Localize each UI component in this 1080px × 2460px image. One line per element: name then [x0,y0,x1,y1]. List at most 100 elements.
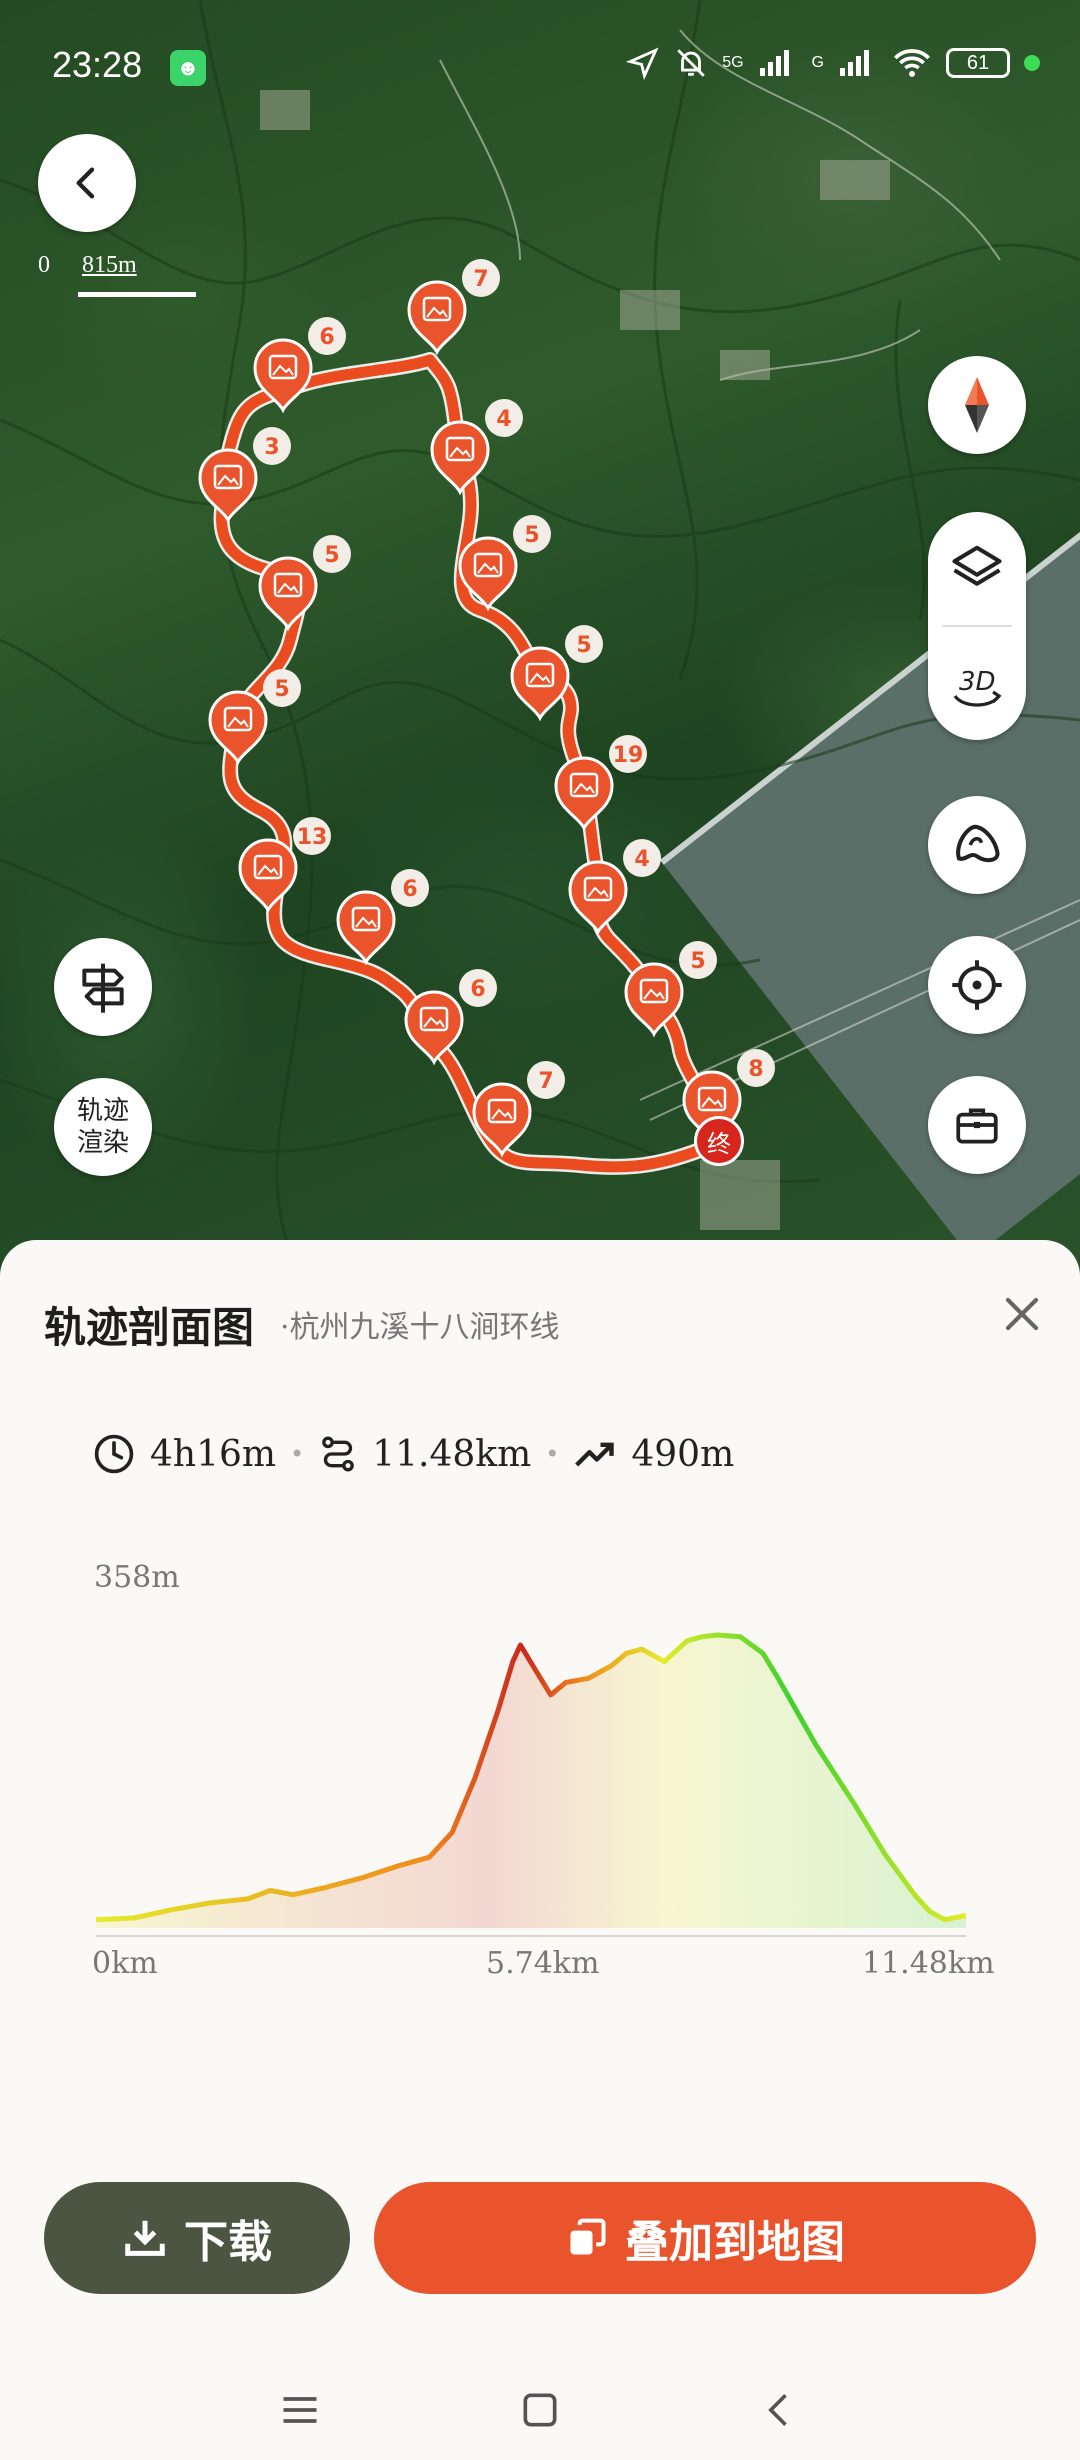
toolbox-button[interactable] [928,1076,1026,1174]
view-3d-button[interactable]: 3D [928,634,1026,734]
signal-icon [759,50,789,76]
photo-marker[interactable]: 7 [472,1061,565,1158]
sheet-actions: 下载 叠加到地图 [44,2182,1036,2294]
photo-marker[interactable]: 5 [258,535,351,632]
back-arrow-icon [768,2394,787,2426]
chevron-left-icon [76,167,95,199]
locate-button[interactable] [928,936,1026,1034]
status-time: 23:28 [52,44,143,85]
photo-marker[interactable]: 5 [458,515,551,612]
photo-count: 13 [297,825,328,850]
photo-count: 5 [690,949,705,974]
scale-distance: 815m [82,252,137,278]
distance-value: 11.48km [372,1433,532,1475]
crosshair-icon [952,960,1002,1010]
photo-marker[interactable]: 6 [404,969,497,1066]
photo-count: 4 [496,407,511,432]
photo-marker[interactable]: 13 [238,817,331,914]
signal-icon-2 [840,50,869,76]
photo-marker[interactable]: 19 [554,735,647,832]
location-arrow-icon [626,47,659,80]
system-nav-bar [0,2370,1080,2460]
photo-markers: 7 6 4 3 5 5 5 5 19 13 4 6 5 6 7 8 [198,259,775,1158]
android-icon: ☻ [170,50,206,86]
photo-count: 5 [576,633,591,658]
menu-icon [283,2397,317,2423]
status-bar: 23:28 ☻ 5G G 61 [0,0,1080,130]
photo-count: 7 [473,267,488,292]
layers-icon [952,545,1002,586]
compass-icon [965,377,989,433]
network-5g-label: 5G [722,54,744,71]
photo-count: 19 [613,743,644,768]
photo-marker[interactable]: 3 [198,427,291,524]
nav-home-button[interactable] [500,2370,580,2450]
stats-separator: • [545,1440,560,1468]
compass-button[interactable] [928,356,1026,454]
end-marker-label: 终 [707,1129,731,1158]
photo-count: 5 [274,677,289,702]
elevation-chart: 358m 0km 5.74km 11.48km [0,1560,1080,2000]
terrain-icon [956,824,1000,863]
layer-divider [942,625,1012,627]
close-button[interactable] [994,1286,1050,1342]
photo-marker[interactable]: 5 [510,625,603,722]
photo-marker[interactable]: 6 [253,317,346,414]
close-icon [1005,1297,1039,1331]
status-icons: 5G G 61 [626,46,1040,80]
nav-menu-button[interactable] [260,2370,340,2450]
battery-indicator: 61 [946,48,1010,78]
photo-count: 6 [319,325,334,350]
download-icon [125,2220,165,2256]
x-tick-label-end: 11.48km [862,1946,995,1981]
mute-bell-icon [677,49,705,77]
route-name: ·杭州九溪十八涧环线 [280,1310,560,1345]
photo-count: 6 [470,977,485,1002]
3d-view-icon: 3D [953,667,1002,707]
clock-icon [94,1434,134,1474]
photo-count: 3 [264,435,279,460]
ascent-value: 490m [631,1433,735,1475]
layers-button[interactable] [928,518,1026,618]
terrain-button[interactable] [928,796,1026,894]
end-marker[interactable]: 终 [694,1116,744,1166]
x-tick-label-start: 0km [92,1946,158,1981]
map-view[interactable]: 7 6 4 3 5 5 5 5 19 13 4 6 5 6 7 8 终 23:28 ☻ 5G G 61 0 8… [0,0,1080,1280]
photo-marker[interactable]: 5 [624,941,717,1038]
svg-text:3D: 3D [959,667,996,697]
elevation-area [96,1635,966,1928]
scale-bar [78,292,196,297]
sheet-title: 轨迹剖面图 [44,1303,255,1352]
battery-level: 61 [966,51,990,74]
photo-count: 5 [524,523,539,548]
overlay-label: 叠加到地图 [625,2217,845,2268]
photo-count: 7 [538,1069,553,1094]
track-render-label-2: 渲染 [76,1128,129,1158]
download-label: 下载 [184,2217,272,2268]
download-button[interactable]: 下载 [44,2182,350,2294]
photo-count: 4 [634,847,649,872]
nav-back-button[interactable] [740,2370,820,2450]
photo-marker[interactable]: 6 [336,869,429,966]
scale-zero: 0 [38,252,50,278]
overlay-icon [570,2218,606,2255]
stats-separator: • [290,1440,305,1468]
photo-marker[interactable]: 5 [208,669,301,766]
photo-marker[interactable]: 4 [568,839,661,936]
x-tick-label-mid: 5.74km [486,1946,600,1981]
ascent-trend-icon [575,1442,615,1467]
photo-count: 8 [748,1057,763,1082]
photo-marker[interactable]: 7 [407,259,500,356]
route-stats: 4h16m • 11.48km • 490m [92,1432,734,1476]
photo-marker[interactable]: 4 [430,399,523,496]
duration-value: 4h16m [150,1433,277,1475]
elevation-profile [95,1632,967,1937]
back-button[interactable] [38,134,136,232]
signpost-button[interactable] [54,938,152,1036]
home-square-icon [523,2393,557,2427]
track-render-button[interactable]: 轨迹 渲染 [54,1078,152,1176]
wifi-icon [894,49,930,77]
layer-controls: 3D [928,512,1026,740]
toolbox-icon [956,1108,998,1144]
overlay-to-map-button[interactable]: 叠加到地图 [374,2182,1036,2294]
